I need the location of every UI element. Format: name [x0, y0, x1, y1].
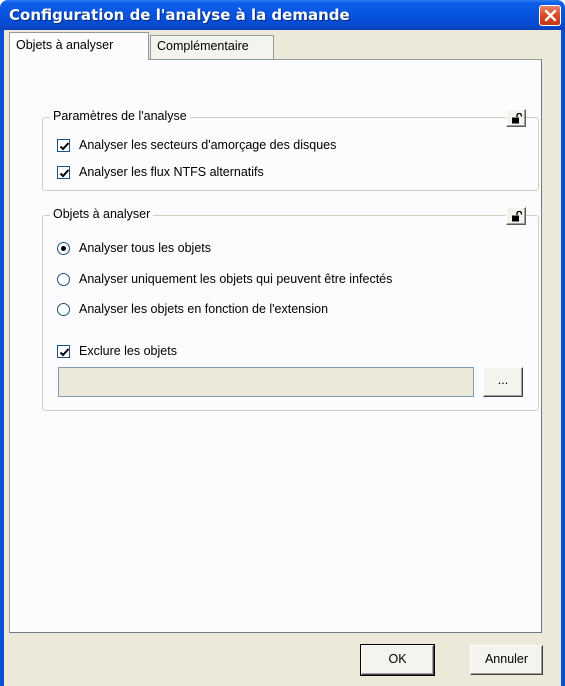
radio-all-objects[interactable]: Analyser tous les objets	[57, 239, 211, 257]
tab-objets-a-analyser[interactable]: Objets à analyser	[9, 32, 149, 60]
title-bar[interactable]: Configuration de l'analyse à la demande	[0, 0, 565, 30]
close-icon	[544, 9, 557, 22]
objects-group-title: Objets à analyser	[50, 207, 154, 221]
infectable-objects-label: Analyser uniquement les objets qui peuve…	[79, 272, 393, 286]
checkmark-icon	[59, 141, 70, 150]
checkmark-icon	[59, 168, 70, 177]
radio-extension-objects[interactable]: Analyser les objets en fonction de l'ext…	[57, 300, 328, 318]
tab-complementaire[interactable]: Complémentaire	[150, 35, 274, 59]
all-objects-radio[interactable]	[57, 241, 70, 255]
cancel-button[interactable]: Annuler	[470, 645, 543, 675]
radio-infectable-objects[interactable]: Analyser uniquement les objets qui peuve…	[57, 270, 392, 288]
close-button[interactable]	[539, 5, 561, 26]
ntfs-streams-label: Analyser les flux NTFS alternatifs	[79, 165, 264, 179]
analysis-params-group-title: Paramètres de l'analyse	[50, 109, 190, 123]
analysis-params-lock-button[interactable]	[506, 109, 526, 127]
ntfs-streams-checkbox[interactable]	[57, 165, 70, 179]
objects-lock-button[interactable]	[506, 207, 526, 225]
browse-button[interactable]: ...	[483, 367, 523, 397]
boot-sectors-label: Analyser les secteurs d'amorçage des dis…	[79, 138, 337, 152]
exclude-objects-field[interactable]	[58, 367, 474, 397]
extension-objects-radio[interactable]	[57, 302, 70, 316]
lock-icon	[512, 113, 523, 124]
extension-objects-label: Analyser les objets en fonction de l'ext…	[79, 302, 329, 316]
exclude-objects-label: Exclure les objets	[79, 344, 177, 358]
exclude-objects-checkbox[interactable]	[57, 344, 70, 358]
lock-icon	[512, 211, 523, 222]
option-boot-sectors[interactable]: Analyser les secteurs d'amorçage des dis…	[57, 136, 336, 154]
option-exclude-objects[interactable]: Exclure les objets	[57, 342, 177, 360]
option-ntfs-streams[interactable]: Analyser les flux NTFS alternatifs	[57, 163, 264, 181]
checkmark-icon	[59, 347, 70, 356]
ok-button[interactable]: OK	[360, 644, 435, 676]
boot-sectors-checkbox[interactable]	[57, 138, 70, 152]
infectable-objects-radio[interactable]	[57, 272, 70, 286]
window-title: Configuration de l'analyse à la demande	[9, 6, 350, 24]
all-objects-label: Analyser tous les objets	[79, 241, 212, 255]
